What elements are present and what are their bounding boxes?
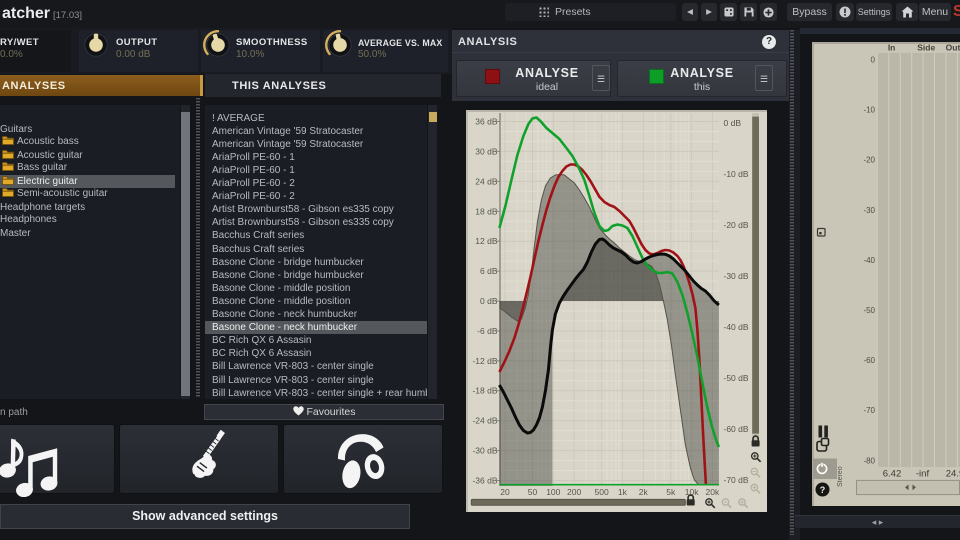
svg-text:-80: -80 <box>863 456 875 465</box>
svg-text:-30 dB: -30 dB <box>472 446 497 456</box>
svg-text:6.42: 6.42 <box>883 469 902 480</box>
svg-text:6 dB: 6 dB <box>480 266 498 276</box>
svg-text:24 dB: 24 dB <box>475 176 498 186</box>
svg-text:-70 dB: -70 dB <box>724 475 749 485</box>
svg-text:-20 dB: -20 dB <box>724 220 749 230</box>
svg-text:0 dB: 0 dB <box>724 118 742 128</box>
svg-text:30 dB: 30 dB <box>475 146 498 156</box>
svg-text:18 dB: 18 dB <box>475 206 498 216</box>
svg-text:1k: 1k <box>618 487 628 497</box>
svg-text:-40 dB: -40 dB <box>724 322 749 332</box>
svg-text:5k: 5k <box>666 487 676 497</box>
svg-text:In: In <box>888 43 896 53</box>
svg-text:36 dB: 36 dB <box>475 117 498 127</box>
svg-text:-30: -30 <box>863 206 875 215</box>
svg-text:-24 dB: -24 dB <box>472 416 497 426</box>
svg-text:500: 500 <box>595 487 609 497</box>
svg-text:-36 dB: -36 dB <box>472 476 497 486</box>
svg-text:-20: -20 <box>863 156 875 165</box>
svg-text:-inf: -inf <box>916 469 930 480</box>
svg-text:-18 dB: -18 dB <box>472 386 497 396</box>
svg-text:20k: 20k <box>706 487 720 497</box>
svg-text:100: 100 <box>546 487 560 497</box>
svg-text:-40: -40 <box>863 256 875 265</box>
svg-text:0 dB: 0 dB <box>480 296 498 306</box>
svg-text:?: ? <box>820 485 826 495</box>
svg-text:50: 50 <box>528 487 538 497</box>
svg-text:20: 20 <box>500 487 510 497</box>
svg-text:Out: Out <box>946 43 960 53</box>
svg-text:24.9: 24.9 <box>946 469 960 480</box>
svg-text:-70: -70 <box>863 406 875 415</box>
svg-text:Side: Side <box>917 43 935 53</box>
svg-text:2k: 2k <box>639 487 649 497</box>
svg-text:-12 dB: -12 dB <box>472 356 497 366</box>
svg-text:-50 dB: -50 dB <box>724 373 749 383</box>
svg-text:200: 200 <box>567 487 581 497</box>
svg-text:-50: -50 <box>863 306 875 315</box>
svg-text:Stereo: Stereo <box>837 466 844 487</box>
svg-text:12 dB: 12 dB <box>475 236 498 246</box>
svg-text:-10 dB: -10 dB <box>724 169 749 179</box>
svg-text:-10: -10 <box>863 106 875 115</box>
svg-text:-30 dB: -30 dB <box>724 271 749 281</box>
svg-text:0: 0 <box>871 56 876 65</box>
svg-text:-6 dB: -6 dB <box>477 326 498 336</box>
svg-text:-60: -60 <box>863 356 875 365</box>
svg-text:-60 dB: -60 dB <box>724 424 749 434</box>
